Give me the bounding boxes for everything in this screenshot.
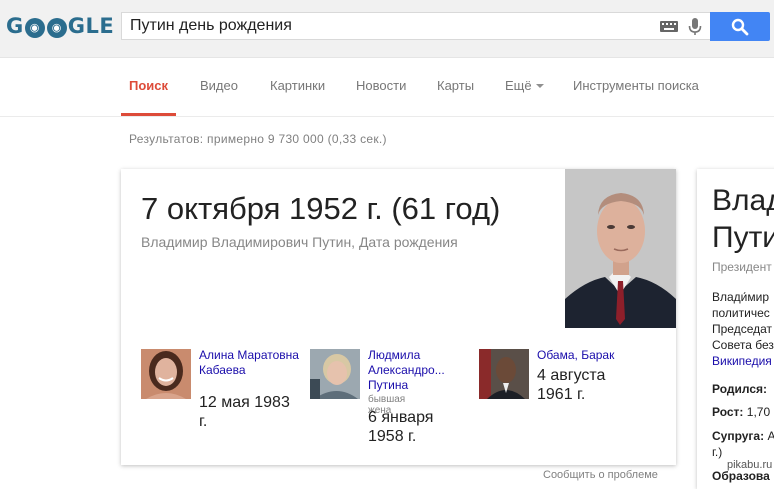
knowledge-panel-description: Влади́мир политичес Председат Совета без…: [712, 290, 774, 368]
keyboard-icon[interactable]: [660, 21, 678, 32]
fact-born: Родился:: [712, 382, 768, 396]
tab-news[interactable]: Новости: [356, 78, 406, 93]
tab-maps[interactable]: Карты: [437, 78, 474, 93]
report-problem-link[interactable]: Сообщить о проблеме: [543, 469, 658, 481]
tab-search-tools[interactable]: Инструменты поиска: [573, 78, 699, 93]
knowledge-panel-title: ВладПути: [712, 184, 774, 254]
fact-spouse-cont: г.): [712, 445, 723, 459]
related-person-2-name[interactable]: Людмила Александро... Путина: [368, 348, 468, 393]
search-box[interactable]: [121, 12, 710, 40]
knowledge-panel: ВладПути Президент Влади́мир политичес П…: [697, 169, 774, 489]
related-person-1-name[interactable]: Алина Маратовна Кабаева: [199, 348, 299, 378]
related-person-3-photo[interactable]: [479, 349, 529, 399]
fact-education: Образова: [712, 469, 770, 483]
related-person-3-name[interactable]: Обама, Барак: [537, 348, 637, 363]
tab-images[interactable]: Картинки: [270, 78, 325, 93]
search-input[interactable]: [130, 16, 650, 36]
fact-spouse: Супруга: А: [712, 429, 774, 443]
fact-height: Рост: 1,70: [712, 405, 771, 419]
active-tab-indicator: [121, 113, 176, 116]
answer-subtitle[interactable]: Владимир Владимирович Путин, Дата рожден…: [141, 234, 458, 250]
results-stats: Результатов: примерно 9 730 000 (0,33 се…: [129, 132, 387, 146]
microphone-icon[interactable]: [687, 17, 703, 37]
related-person-1-date: 12 мая 1983 г.: [199, 394, 290, 430]
tab-video[interactable]: Видео: [200, 78, 238, 93]
tab-more[interactable]: Ещё: [505, 78, 544, 93]
watermark: pikabu.ru: [727, 459, 773, 471]
knowledge-panel-type: Президент: [712, 260, 772, 274]
google-logo[interactable]: G ◉ ◉ GLE: [6, 14, 114, 38]
chevron-down-icon: [535, 84, 544, 88]
answer-card: 7 октября 1952 г. (61 год) Владимир Влад…: [121, 169, 676, 465]
portrait-image[interactable]: [565, 169, 676, 328]
answer-title: 7 октября 1952 г. (61 год): [141, 191, 501, 226]
related-person-2-date: 6 января 1958 г.: [368, 409, 434, 445]
search-tabs: Поиск Видео Картинки Новости Карты Ещё И…: [0, 58, 774, 117]
tab-more-label: Ещё: [505, 78, 532, 93]
top-bar: G ◉ ◉ GLE: [0, 0, 774, 58]
related-person-3-date: 4 августа 1961 г.: [537, 367, 606, 403]
search-button[interactable]: [710, 12, 770, 41]
wikipedia-link[interactable]: Википедия: [712, 354, 772, 368]
tab-search[interactable]: Поиск: [129, 78, 168, 93]
related-person-2-photo[interactable]: [310, 349, 360, 399]
related-person-1-photo[interactable]: [141, 349, 191, 399]
search-icon: [731, 18, 749, 36]
